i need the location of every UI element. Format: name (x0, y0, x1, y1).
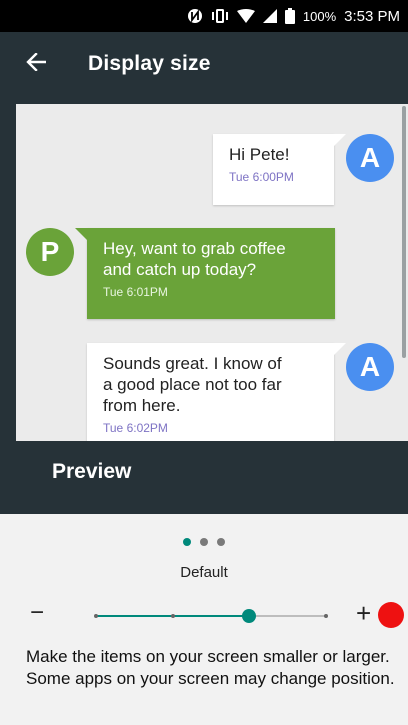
page-dot (200, 538, 208, 546)
preview-frame: Hi Pete! Tue 6:00PM A P Hey, want to gra… (0, 96, 408, 514)
message-preview[interactable]: Hi Pete! Tue 6:00PM A P Hey, want to gra… (16, 104, 408, 441)
message-bubble: Hi Pete! Tue 6:00PM (213, 134, 346, 205)
display-size-controls: Default − + Make the items on your scree… (0, 514, 408, 725)
avatar: P (26, 228, 74, 276)
signal-icon (262, 9, 277, 23)
decrease-size-button[interactable]: − (30, 599, 70, 627)
page-indicator (0, 538, 408, 546)
status-bar: 100% 3:53 PM (0, 0, 408, 32)
touch-indicator-dot (378, 602, 404, 628)
back-button[interactable] (0, 32, 76, 96)
slider-thumb[interactable] (242, 609, 257, 623)
message-text: Hey, want to grab coffee and catch up to… (103, 239, 286, 279)
size-label: Default (180, 564, 228, 581)
app-bar: Display size (0, 32, 408, 96)
arrow-left-icon (26, 51, 47, 76)
scrollbar[interactable] (402, 106, 406, 358)
nfc-icon (187, 8, 203, 24)
message-bubble: Hey, want to grab coffee and catch up to… (75, 228, 335, 319)
slider-tick (324, 614, 328, 618)
description-text: Make the items on your screen smaller or… (26, 647, 395, 688)
status-time: 3:53 PM (344, 7, 400, 25)
wifi-icon (236, 9, 255, 23)
battery-icon (284, 8, 295, 24)
preview-label: Preview (52, 460, 132, 483)
message-text: Hi Pete! (229, 145, 290, 164)
battery-percentage: 100% (302, 8, 337, 24)
page-dot (183, 538, 191, 546)
message-time: Tue 6:00PM (229, 170, 294, 184)
avatar: A (346, 134, 394, 182)
slider-tick (94, 614, 98, 618)
message-text: Sounds great. I know of a good place not… (103, 354, 282, 415)
avatar: A (346, 343, 394, 391)
message-bubble: Sounds great. I know of a good place not… (87, 343, 346, 441)
page-dot (217, 538, 225, 546)
slider-tick (170, 614, 175, 618)
size-slider[interactable] (94, 609, 328, 623)
page-title: Display size (88, 52, 211, 75)
message-time: Tue 6:01PM (103, 285, 168, 299)
vibrate-icon (211, 8, 229, 24)
message-time: Tue 6:02PM (103, 421, 168, 435)
